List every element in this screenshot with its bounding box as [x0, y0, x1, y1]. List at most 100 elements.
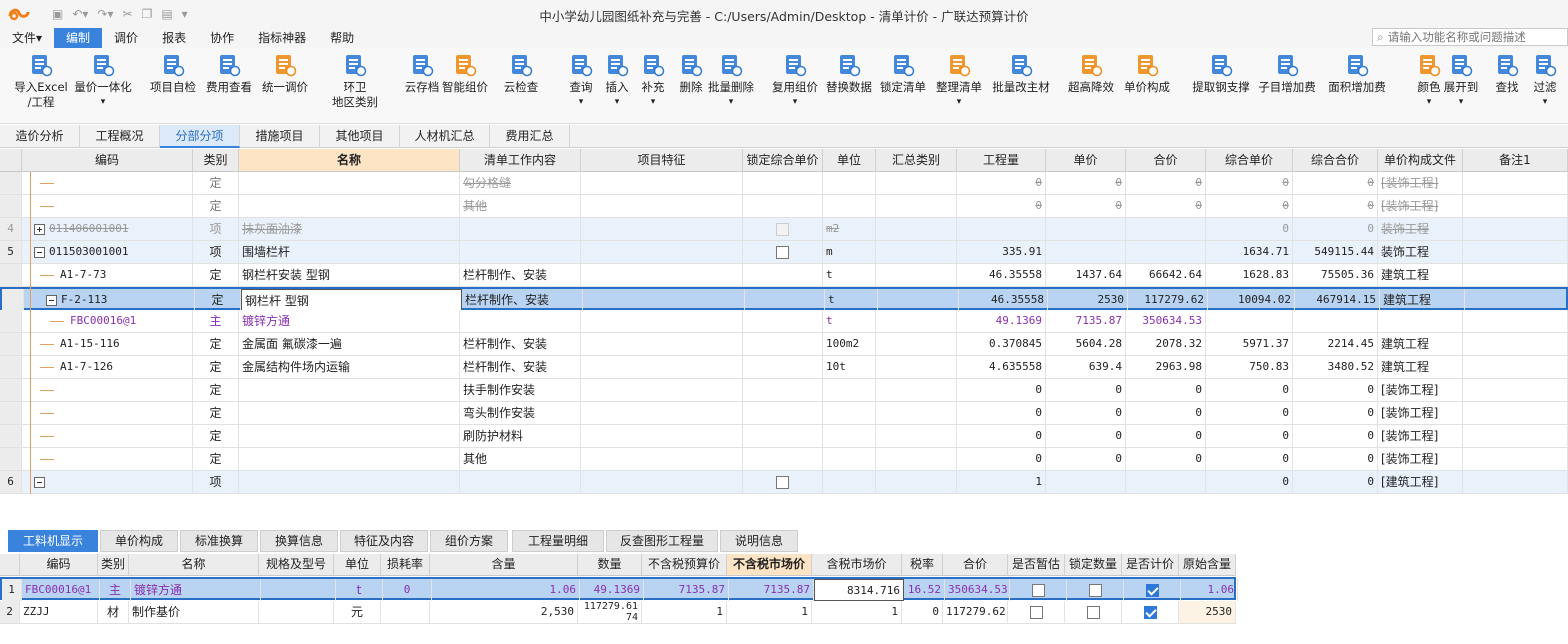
cell-8[interactable]	[876, 333, 957, 355]
resource-row[interactable]: 1 FBC00016@1 主镀锌方通 t 0 1.06 49.1369 7135.87 7135…	[0, 577, 1238, 601]
cell-11[interactable]: 2078.32	[1126, 333, 1206, 355]
cell-2[interactable]: 定	[193, 356, 239, 378]
cell-10[interactable]: 0	[1046, 195, 1126, 217]
cell-12[interactable]: 0	[1206, 218, 1293, 240]
cell-12[interactable]	[1206, 310, 1293, 332]
lock-qty-checkbox[interactable]	[1088, 583, 1102, 597]
resource-column-header-6[interactable]: 损耗率	[381, 554, 430, 576]
cell-1[interactable]	[22, 448, 193, 470]
cell-10[interactable]: 2530	[1048, 289, 1128, 311]
cell-6[interactable]	[743, 310, 823, 332]
resource-cell-9[interactable]: 1	[642, 601, 727, 623]
ribbon-button-4[interactable]: 统一调价	[260, 52, 310, 95]
cell-4[interactable]: 勾分格缝	[460, 172, 581, 194]
cell-6[interactable]	[743, 333, 823, 355]
collapse-icon[interactable]	[34, 476, 45, 488]
resource-cell-4[interactable]	[261, 579, 336, 601]
column-header-1[interactable]: 编码	[22, 149, 193, 172]
copy-icon[interactable]: ❐	[142, 7, 153, 21]
cell-15[interactable]	[1463, 402, 1568, 424]
cell-11[interactable]: 0	[1126, 448, 1206, 470]
column-header-13[interactable]: 综合合价	[1293, 149, 1378, 172]
cell-6[interactable]	[743, 448, 823, 470]
cell-11[interactable]: 2963.98	[1126, 356, 1206, 378]
resource-cell-5[interactable]: 元	[334, 601, 381, 623]
cell-8[interactable]	[876, 471, 957, 493]
cell-14[interactable]: [装饰工程]	[1378, 425, 1463, 447]
cell-3[interactable]: 钢栏杆 型钢	[241, 289, 462, 311]
ribbon-button-3[interactable]: 费用查看	[204, 52, 254, 95]
cell-3[interactable]: 金属结构件场内运输	[239, 356, 460, 378]
cell-2[interactable]: 定	[193, 425, 239, 447]
cell-12[interactable]: 750.83	[1206, 356, 1293, 378]
column-header-2[interactable]: 类别	[193, 149, 239, 172]
cell-4[interactable]: 栏杆制作、安装	[460, 264, 581, 286]
cell-3[interactable]: 围墙栏杆	[239, 241, 460, 263]
cell-11[interactable]	[1126, 241, 1206, 263]
table-row[interactable]: 定 扶手制作安装 0 0 0 0 0 [装饰工程]	[0, 379, 1568, 402]
cell-2[interactable]: 项	[193, 218, 239, 240]
cell-10[interactable]: 5604.28	[1046, 333, 1126, 355]
resource-cell-11[interactable]: 1	[812, 601, 902, 623]
estimate-checkbox[interactable]	[1029, 605, 1043, 619]
cell-6[interactable]	[743, 379, 823, 401]
function-search-input[interactable]	[1387, 30, 1558, 44]
tab-1[interactable]: 工程概况	[80, 125, 160, 148]
cell-10[interactable]: 0	[1046, 172, 1126, 194]
detail-tab-8[interactable]: 说明信息	[720, 530, 798, 552]
cell-7[interactable]	[823, 379, 876, 401]
table-row[interactable]: 6 项 1 0 0 [建筑工程]	[0, 471, 1568, 494]
cell-10[interactable]	[1046, 241, 1126, 263]
ribbon-button-13[interactable]: 批量删除 ▾	[706, 52, 756, 110]
cell-13[interactable]: 75505.36	[1293, 264, 1378, 286]
resource-cell-1[interactable]: FBC00016@1	[22, 579, 100, 601]
dropdown-arrow-icon[interactable]: ▾	[1436, 95, 1486, 110]
collapse-icon[interactable]	[34, 246, 45, 258]
dropdown-arrow-icon[interactable]: ▾	[706, 95, 756, 110]
cell-8[interactable]	[876, 402, 957, 424]
cell-8[interactable]	[876, 356, 957, 378]
cell-3[interactable]	[239, 379, 460, 401]
cell-2[interactable]: 定	[193, 448, 239, 470]
dropdown-arrow-icon[interactable]: ▾	[934, 95, 984, 110]
resource-cell-10[interactable]: 1	[727, 601, 812, 623]
cell-1[interactable]: 011503001001	[22, 241, 193, 263]
cell-12[interactable]: 0	[1206, 402, 1293, 424]
cell-1[interactable]	[22, 195, 193, 217]
cell-11[interactable]: 117279.62	[1128, 289, 1208, 311]
cell-14[interactable]: [建筑工程]	[1378, 471, 1463, 493]
ribbon-button-7[interactable]: 智能组价	[440, 52, 490, 95]
ribbon-button-8[interactable]: 云检查	[496, 52, 546, 95]
cell-11[interactable]	[1126, 218, 1206, 240]
cell-9[interactable]: 335.91	[957, 241, 1046, 263]
resource-cell-14[interactable]	[1010, 579, 1067, 601]
detail-tab-6[interactable]: 工程量明细	[512, 530, 604, 552]
detail-tab-2[interactable]: 标准换算	[180, 530, 258, 552]
detail-tab-1[interactable]: 单价构成	[100, 530, 178, 552]
cell-5[interactable]	[581, 310, 743, 332]
resource-cell-6[interactable]: 0	[383, 579, 432, 601]
tab-2[interactable]: 分部分项	[160, 125, 240, 148]
cell-9[interactable]: 0	[957, 448, 1046, 470]
table-row[interactable]: A1-15-116 定 金属面 氟碳漆一遍 栏杆制作、安装 100m2 0.370845 5…	[0, 333, 1568, 356]
cell-3[interactable]	[239, 471, 460, 493]
cell-2[interactable]: 定	[193, 264, 239, 286]
cell-9[interactable]: 49.1369	[957, 310, 1046, 332]
cell-13[interactable]: 0	[1293, 195, 1378, 217]
column-header-0[interactable]	[0, 149, 22, 172]
cell-2[interactable]: 定	[195, 289, 241, 311]
cell-6[interactable]	[743, 195, 823, 217]
cell-9[interactable]: 0	[957, 195, 1046, 217]
cell-4[interactable]: 栏杆制作、安装	[462, 289, 583, 311]
cell-3[interactable]: 镀锌方通	[239, 310, 460, 332]
expand-icon[interactable]	[34, 223, 45, 235]
cut-icon[interactable]: ✂	[123, 7, 133, 21]
column-header-11[interactable]: 合价	[1126, 149, 1206, 172]
cell-14[interactable]	[1378, 310, 1463, 332]
menu-1[interactable]: 编制	[54, 28, 103, 48]
cell-4[interactable]: 其他	[460, 195, 581, 217]
cell-6[interactable]	[743, 218, 823, 240]
cell-13[interactable]: 467914.15	[1295, 289, 1380, 311]
cell-6[interactable]	[743, 264, 823, 286]
column-header-3[interactable]: 名称	[239, 149, 460, 172]
